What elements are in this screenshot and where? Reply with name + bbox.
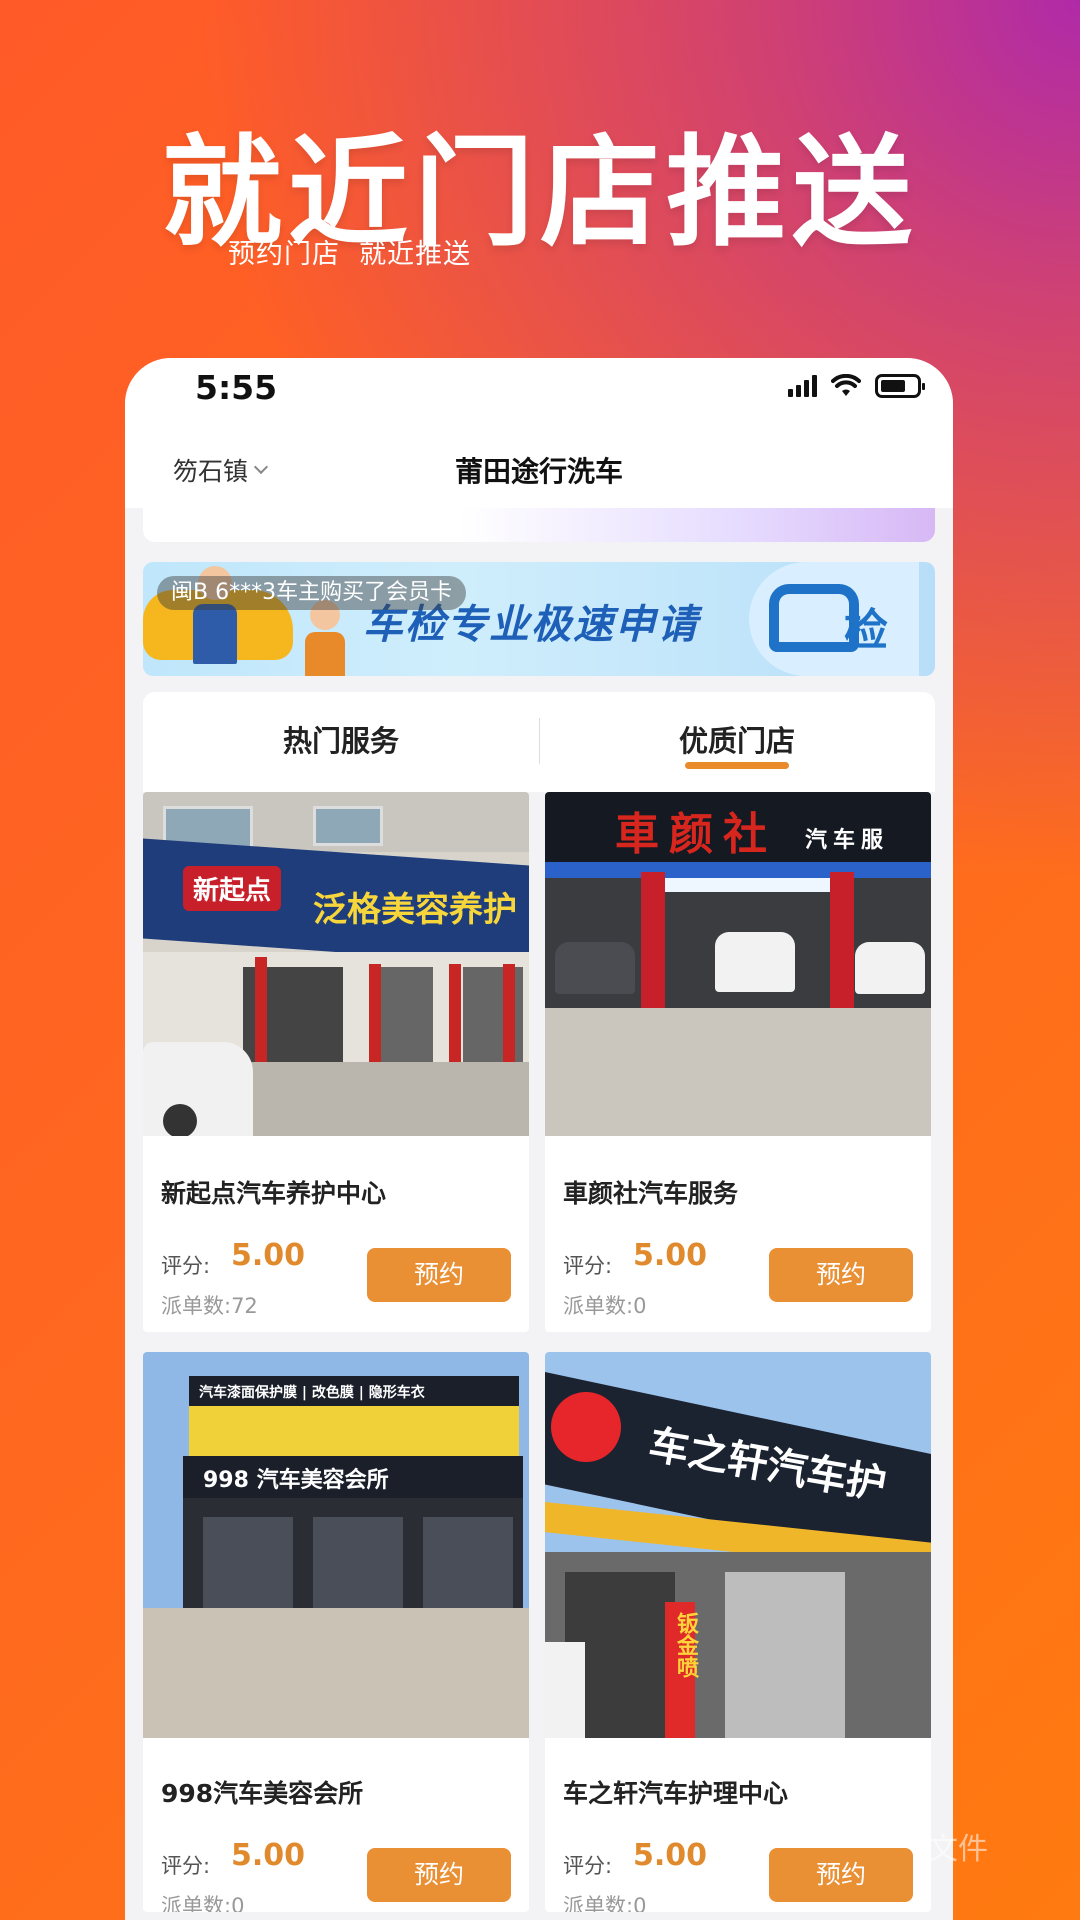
status-icons — [788, 374, 925, 398]
store-photo: 汽车漆面保护膜 | 改色膜 | 隐形车衣 998 汽车美容会所 — [143, 1352, 529, 1738]
tab-bar: 热门服务 优质门店 — [143, 692, 935, 792]
store-photo: 车之轩汽车护 钣金喷 — [545, 1352, 931, 1738]
inspection-badge: 检 — [844, 605, 888, 656]
store-sign: 新起点 — [183, 866, 282, 911]
store-sign-sub: 泛格美容养护 — [313, 890, 517, 930]
tab-hot-services[interactable]: 热门服务 — [143, 718, 539, 760]
store-sign-sub: 汽车漆面保护膜 | 改色膜 | 隐形车衣 — [199, 1385, 425, 1401]
book-button[interactable]: 预约 — [367, 1248, 511, 1302]
rating-label: 评分: — [161, 1854, 211, 1878]
store-name: 新起点汽车养护中心 — [161, 1179, 387, 1208]
rating-value: 5.00 — [231, 1838, 306, 1873]
book-button[interactable]: 预约 — [769, 1848, 913, 1902]
battery-icon — [875, 374, 925, 398]
hero-title: 就近门店推送 — [162, 124, 918, 263]
store-name: 998汽车美容会所 — [161, 1779, 364, 1808]
store-card[interactable]: 新起点 泛格美容养护 新起点汽车养护中心 评分: 5.00 派单数:72 预约 — [143, 792, 529, 1332]
rating-label: 评分: — [161, 1254, 211, 1278]
active-tab-indicator — [685, 762, 789, 769]
status-time: 5:55 — [195, 368, 278, 407]
store-name: 車颜社汽车服务 — [563, 1179, 739, 1208]
purchase-ticker: 闽B 6***3车主购买了会员卡 — [157, 576, 467, 610]
store-name: 车之轩汽车护理中心 — [563, 1779, 789, 1808]
phone-frame: 5:55 笏石镇 莆田途行洗车 车检专业极速申请 检 闽B 6***3车主购买了… — [125, 358, 953, 1920]
store-card[interactable]: 汽车漆面保护膜 | 改色膜 | 隐形车衣 998 汽车美容会所 998汽车美容会… — [143, 1352, 529, 1912]
status-bar: 5:55 — [125, 358, 953, 428]
store-sign-sub: 钣金喷 — [673, 1612, 698, 1678]
store-card[interactable]: 車颜社 汽车服 車颜社汽车服务 评分: 5.00 派单数:0 预约 — [545, 792, 931, 1332]
tab-quality-stores[interactable]: 优质门店 — [539, 718, 935, 760]
watermark: 文件 — [928, 1832, 988, 1867]
order-count: 派单数:0 — [161, 1894, 245, 1912]
signal-icon — [788, 375, 817, 397]
wifi-icon — [831, 374, 861, 396]
order-count: 派单数:0 — [563, 1294, 647, 1318]
carousel-edge — [143, 508, 935, 542]
order-count: 派单数:0 — [563, 1894, 647, 1912]
inspection-car-icon: 检 — [749, 562, 919, 676]
page-title: 莆田途行洗车 — [454, 455, 623, 488]
store-sign: 車颜社 — [615, 809, 777, 860]
order-count: 派单数:72 — [161, 1294, 258, 1318]
nav-bar: 笏石镇 莆田途行洗车 — [125, 428, 953, 508]
rating-value: 5.00 — [231, 1238, 306, 1273]
rating-label: 评分: — [563, 1254, 613, 1278]
store-sign: 998 汽车美容会所 — [203, 1468, 389, 1493]
store-photo: 新起点 泛格美容养护 — [143, 792, 529, 1136]
store-card[interactable]: 车之轩汽车护 钣金喷 车之轩汽车护理中心 评分: 5.00 派单数:0 预约 — [545, 1352, 931, 1912]
rating-label: 评分: — [563, 1854, 613, 1878]
store-sign-sub: 汽车服 — [805, 828, 890, 853]
hero-subtitle: 预约门店 就近推送 — [228, 239, 472, 270]
book-button[interactable]: 预约 — [769, 1248, 913, 1302]
book-button[interactable]: 预约 — [367, 1848, 511, 1902]
person-illustration — [305, 600, 345, 676]
store-photo: 車颜社 汽车服 — [545, 792, 931, 1136]
rating-value: 5.00 — [633, 1838, 708, 1873]
rating-value: 5.00 — [633, 1238, 708, 1273]
inspection-banner[interactable]: 车检专业极速申请 检 闽B 6***3车主购买了会员卡 — [143, 562, 935, 676]
